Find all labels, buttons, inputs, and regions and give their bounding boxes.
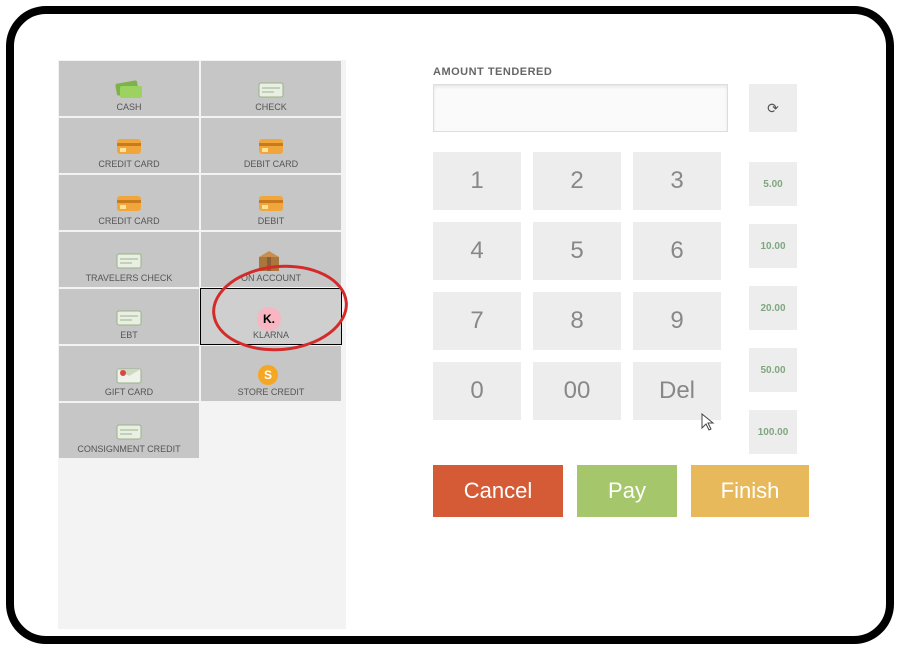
payment-type-klarna[interactable]: K. KLARNA (201, 289, 341, 344)
payment-type-grid: CASHCHECKCREDIT CARDDEBIT CARDCREDIT CAR… (58, 60, 346, 629)
payment-type-credit1[interactable]: CREDIT CARD (59, 118, 199, 173)
keypad-key-2[interactable]: 2 (533, 152, 621, 210)
finish-button[interactable]: Finish (691, 465, 809, 517)
quick-amount-5-00[interactable]: 5.00 (749, 162, 797, 206)
payment-type-credit2[interactable]: CREDIT CARD (59, 175, 199, 230)
payment-type-label: ON ACCOUNT (201, 273, 341, 283)
refresh-button[interactable]: ⟳ (749, 84, 797, 132)
screen: CASHCHECKCREDIT CARDDEBIT CARDCREDIT CAR… (18, 18, 882, 632)
keypad-delete[interactable]: Del (633, 362, 721, 420)
amount-tendered-label: AMOUNT TENDERED (433, 66, 552, 78)
payment-type-on_account[interactable]: ON ACCOUNT (201, 232, 341, 287)
payment-type-label: DEBIT CARD (201, 159, 341, 169)
payment-type-travelers[interactable]: TRAVELERS CHECK (59, 232, 199, 287)
tablet-frame: CASHCHECKCREDIT CARDDEBIT CARDCREDIT CAR… (6, 6, 894, 644)
quick-amount-20-00[interactable]: 20.00 (749, 286, 797, 330)
check-icon (256, 78, 286, 102)
gift-card-icon (114, 363, 144, 387)
payment-type-store_credit[interactable]: S STORE CREDIT (201, 346, 341, 401)
payment-type-label: KLARNA (201, 330, 341, 340)
coin-icon: S (256, 363, 286, 387)
keypad-key-7[interactable]: 7 (433, 292, 521, 350)
payment-type-cash[interactable]: CASH (59, 61, 199, 116)
action-row: Cancel Pay Finish (433, 465, 809, 517)
payment-type-label: TRAVELERS CHECK (59, 273, 199, 283)
payment-type-ebt[interactable]: EBT (59, 289, 199, 344)
amount-tendered-input[interactable] (433, 84, 728, 132)
payment-type-label: DEBIT (201, 216, 341, 226)
refresh-icon: ⟳ (767, 100, 779, 116)
svg-text:K.: K. (263, 312, 275, 326)
payment-type-consignment[interactable]: CONSIGNMENT CREDIT (59, 403, 199, 458)
keypad-key-6[interactable]: 6 (633, 222, 721, 280)
payment-type-label: CONSIGNMENT CREDIT (59, 444, 199, 454)
travelers-check-icon (114, 249, 144, 273)
quick-amount-10-00[interactable]: 10.00 (749, 224, 797, 268)
keypad-key-8[interactable]: 8 (533, 292, 621, 350)
payment-type-debit_card[interactable]: DEBIT CARD (201, 118, 341, 173)
credit-card-icon (114, 192, 144, 216)
cancel-button[interactable]: Cancel (433, 465, 563, 517)
debit-icon (256, 192, 286, 216)
payment-type-label: EBT (59, 330, 199, 340)
consignment-icon (114, 420, 144, 444)
keypad-key-0[interactable]: 0 (433, 362, 521, 420)
numeric-keypad: 123456789000Del (433, 152, 721, 432)
credit-card-icon (114, 135, 144, 159)
payment-type-label: CASH (59, 102, 199, 112)
payment-type-label: CHECK (201, 102, 341, 112)
pay-button[interactable]: Pay (577, 465, 677, 517)
keypad-key-9[interactable]: 9 (633, 292, 721, 350)
payment-type-label: CREDIT CARD (59, 159, 199, 169)
quick-amount-100-00[interactable]: 100.00 (749, 410, 797, 454)
keypad-key-4[interactable]: 4 (433, 222, 521, 280)
quick-amount-column: 5.00 10.00 20.00 50.00 100.00 (749, 162, 797, 472)
payment-type-label: CREDIT CARD (59, 216, 199, 226)
debit-card-icon (256, 135, 286, 159)
keypad-key-3[interactable]: 3 (633, 152, 721, 210)
svg-text:S: S (264, 368, 272, 382)
payment-type-label: STORE CREDIT (201, 387, 341, 397)
payment-type-check[interactable]: CHECK (201, 61, 341, 116)
payment-type-gift_card[interactable]: GIFT CARD (59, 346, 199, 401)
klarna-icon: K. (256, 306, 286, 330)
ebt-icon (114, 306, 144, 330)
keypad-key-1[interactable]: 1 (433, 152, 521, 210)
keypad-key-00[interactable]: 00 (533, 362, 621, 420)
box-icon (256, 249, 286, 273)
quick-amount-50-00[interactable]: 50.00 (749, 348, 797, 392)
payment-type-debit[interactable]: DEBIT (201, 175, 341, 230)
payment-type-label: GIFT CARD (59, 387, 199, 397)
keypad-key-5[interactable]: 5 (533, 222, 621, 280)
cash-icon (114, 78, 144, 102)
